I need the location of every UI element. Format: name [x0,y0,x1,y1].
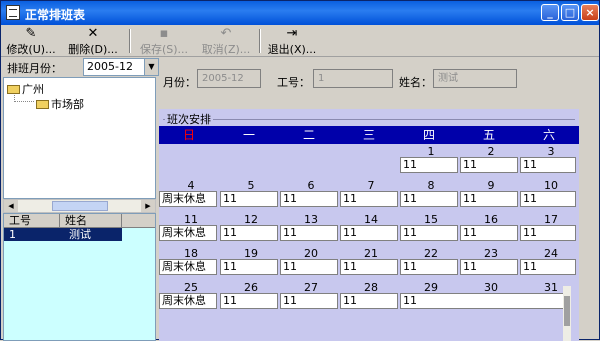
shift-cell[interactable]: 11 [520,225,576,241]
weekday-header-5: 五 [482,128,495,142]
shift-cell[interactable]: 11 [280,293,338,309]
cancel-label: 取消(Z)... [201,43,251,56]
month-select[interactable]: 2005-12 ▼ [83,58,159,76]
shift-cell[interactable]: 11 [280,225,338,241]
shift-cell[interactable]: 11 [460,191,518,207]
maximize-button[interactable]: □ [561,4,579,21]
tree-node-child-label: 市场部 [51,98,84,111]
form-name-field: 测试 [433,69,517,88]
shift-cell[interactable]: 11 [460,225,518,241]
delete-button[interactable]: ✕ 删除(D)... [63,26,123,57]
form-id-field: 1 [313,69,393,88]
shift-cell[interactable]: 11 [220,293,278,309]
form-month-field: 2005-12 [197,69,261,88]
form-id-label: 工号： [277,76,310,89]
month-select-value: 2005-12 [87,60,133,73]
tree-node-root[interactable]: 广州 [7,81,44,97]
shift-cell[interactable]: 11 [400,293,570,309]
scrollbar-thumb[interactable] [564,296,570,326]
shift-cell[interactable]: 11 [400,259,458,275]
exit-label: 退出(X)... [267,43,317,56]
weekday-header-0: 日 [182,128,195,142]
shift-cell[interactable]: 11 [340,293,398,309]
shift-cell[interactable]: 11 [460,157,518,173]
weekday-header-3: 三 [362,128,375,142]
edit-icon: ✎ [25,26,37,41]
exit-icon: ⇥ [286,26,298,41]
exit-button[interactable]: ⇥ 退出(X)... [265,26,319,57]
shift-cell[interactable]: 11 [340,225,398,241]
shift-cell[interactable]: 11 [220,259,278,275]
schedule-title: 班次安排 [165,111,213,127]
delete-label: 删除(D)... [68,43,118,56]
table-row[interactable]: 1 测试 [4,228,122,241]
folder-icon [7,85,20,94]
shift-cell[interactable]: 11 [280,259,338,275]
scrollbar-thumb[interactable] [52,201,108,211]
group-box-border [163,119,575,120]
shift-cell[interactable]: 11 [340,259,398,275]
employee-info-row: 月份： 2005-12 工号： 1 姓名： 测试 [159,57,600,101]
scroll-right-icon[interactable]: ▶ [141,200,155,212]
weekend-cell[interactable]: 周末休息 [159,293,217,309]
form-month-label: 月份： [163,76,196,89]
column-header-name[interactable]: 姓名 [60,214,122,228]
toolbar-separator [129,29,131,53]
title-bar[interactable]: 正常排班表 _ □ × [1,1,599,25]
shift-cell[interactable]: 11 [400,225,458,241]
main-window: 正常排班表 _ □ × ✎ 修改(U)... ✕ 删除(D)... ▪ 保存(S… [0,0,600,341]
toolbar-separator [259,29,261,53]
tree-node-root-label: 广州 [22,83,44,96]
shift-cell[interactable]: 11 [520,259,576,275]
department-tree: 广州 市场部 [3,77,156,199]
employee-id-cell: 1 [9,228,16,241]
shift-cell[interactable]: 11 [280,191,338,207]
weekday-header-2: 二 [302,128,315,142]
form-name-label: 姓名： [399,76,432,89]
weekend-cell[interactable]: 周末休息 [159,191,217,207]
shift-cell[interactable]: 11 [520,157,576,173]
weekend-cell[interactable]: 周末休息 [159,225,217,241]
shift-cell[interactable]: 11 [400,157,458,173]
window-title: 正常排班表 [25,8,86,22]
column-header-id[interactable]: 工号 [4,214,60,228]
shift-cell[interactable]: 11 [460,259,518,275]
folder-icon [36,100,49,109]
tree-node-child[interactable]: 市场部 [36,96,84,112]
scroll-left-icon[interactable]: ◀ [4,200,18,212]
minimize-button[interactable]: _ [541,4,559,21]
shift-cell[interactable]: 11 [220,225,278,241]
shift-cell[interactable]: 11 [520,191,576,207]
delete-icon: ✕ [87,26,99,41]
weekday-header-4: 四 [422,128,435,142]
toolbar: ✎ 修改(U)... ✕ 删除(D)... ▪ 保存(S)... ↶ 取消(Z)… [1,25,599,57]
day-number: 30 [484,281,498,294]
weekday-header-6: 六 [542,128,555,142]
edit-label: 修改(U)... [6,43,56,56]
schedule-panel: 班次安排 日一二三四五六 1 11 2 11 3 11 4 周末休息 5 11 6 11 7 11 8 11 9… [159,109,579,341]
employee-list-header: 工号 姓名 [4,214,155,228]
shift-cell[interactable]: 11 [220,191,278,207]
cancel-button[interactable]: ↶ 取消(Z)... [197,26,255,57]
save-button[interactable]: ▪ 保存(S)... [135,26,193,57]
close-button[interactable]: × [581,4,599,21]
weekend-cell[interactable]: 周末休息 [159,259,217,275]
schedule-vertical-scrollbar[interactable] [563,286,571,341]
shift-cell[interactable]: 11 [400,191,458,207]
weekday-header: 日一二三四五六 [159,126,579,144]
chevron-down-icon[interactable]: ▼ [144,59,158,75]
shift-cell[interactable]: 11 [340,191,398,207]
app-icon [6,5,20,20]
save-label: 保存(S)... [139,43,189,56]
month-label: 排班月份： [7,62,62,75]
employee-name-cell: 测试 [69,228,91,241]
edit-button[interactable]: ✎ 修改(U)... [5,26,57,57]
save-icon: ▪ [159,26,169,41]
weekday-header-1: 一 [242,128,255,142]
tree-horizontal-scrollbar[interactable]: ◀ ▶ [3,199,156,213]
undo-icon: ↶ [220,26,232,41]
employee-list: 工号 姓名 1 测试 [3,213,156,341]
